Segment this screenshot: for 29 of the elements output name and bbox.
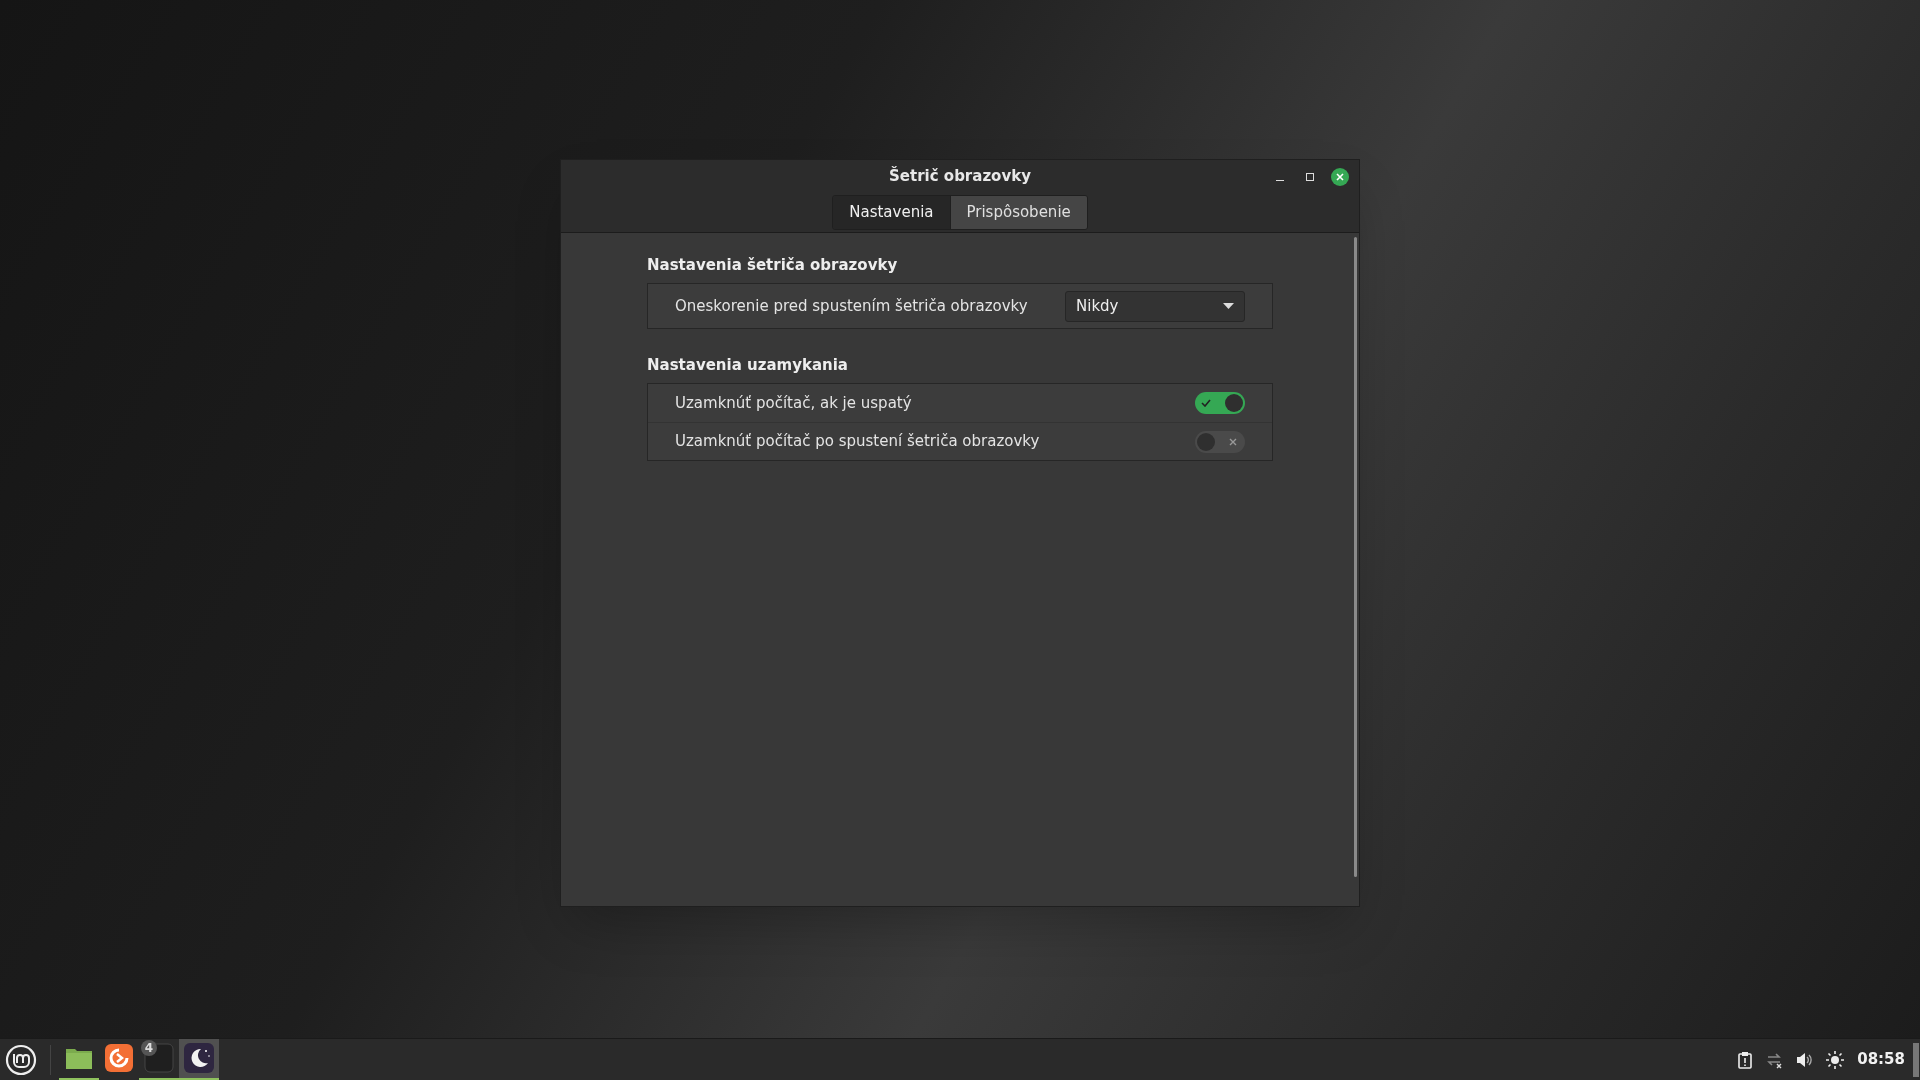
checkmark-icon	[1201, 399, 1211, 407]
moon-icon	[184, 1043, 214, 1073]
mint-logo-icon	[5, 1043, 37, 1076]
section-heading: Nastavenia uzamykania	[647, 355, 849, 375]
caret-icon	[1223, 303, 1234, 309]
window-count-badge: 4	[141, 1039, 157, 1056]
clock[interactable]: 08:58	[1857, 1048, 1905, 1071]
toggle-switch[interactable]	[1195, 392, 1245, 414]
cross-icon	[1229, 437, 1237, 446]
setting-label: Uzamknúť počítač po spustení šetriča obrazovky	[675, 431, 1040, 453]
terminal-icon	[144, 1043, 174, 1073]
network-disconnected-icon[interactable]	[1765, 1050, 1784, 1069]
brightness-icon[interactable]	[1825, 1049, 1846, 1070]
browser-icon	[105, 1044, 133, 1072]
dropdown[interactable]: Nikdy	[1065, 290, 1245, 322]
clipboard-icon[interactable]	[1737, 1050, 1754, 1069]
scrollbar[interactable]	[1354, 237, 1357, 877]
show-desktop-button[interactable]	[1913, 1042, 1919, 1077]
close-icon	[1335, 172, 1345, 182]
section-heading: Nastavenia šetriča obrazovky	[647, 255, 899, 275]
toggle-switch[interactable]	[1195, 430, 1245, 453]
window-title: Šetrič obrazovky	[889, 165, 1031, 187]
tab[interactable]: Prispôsobenie	[949, 196, 1087, 229]
close-button[interactable]	[1331, 168, 1349, 186]
volume-icon[interactable]	[1795, 1050, 1814, 1069]
taskbar-app[interactable]	[179, 1038, 219, 1080]
tab[interactable]: Nastavenia	[833, 196, 950, 229]
setting-label: Oneskorenie pred spustením šetriča obrazovky	[675, 295, 1028, 317]
setting-label: Uzamknúť počítač, ak je uspatý	[675, 392, 912, 414]
